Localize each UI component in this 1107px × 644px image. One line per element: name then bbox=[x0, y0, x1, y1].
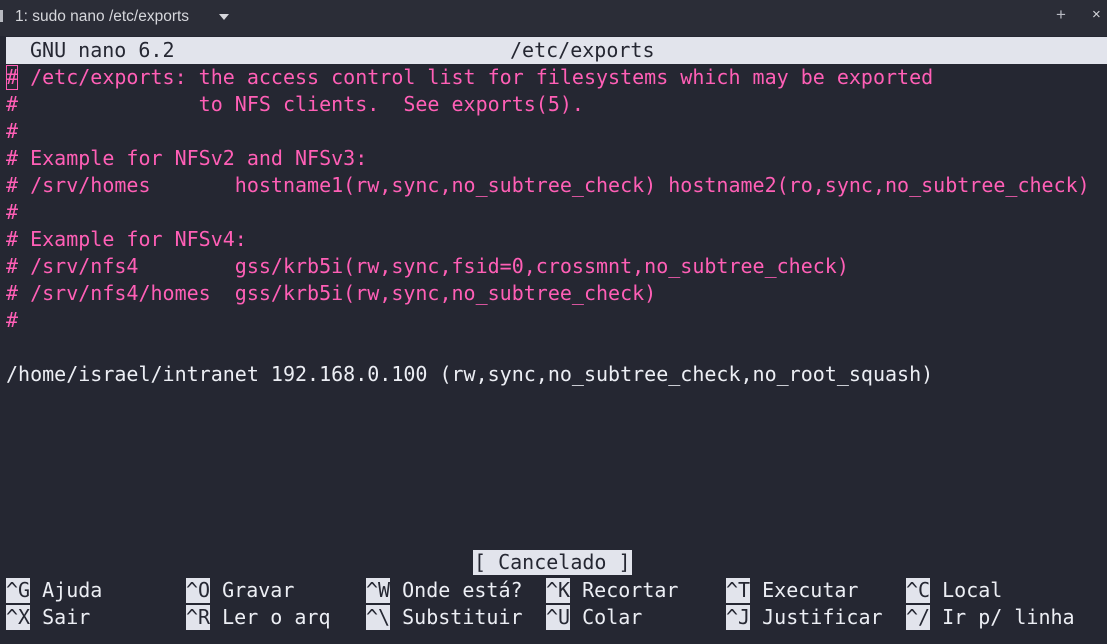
editor-line[interactable]: /home/israel/intranet 192.168.0.100 (rw,… bbox=[6, 361, 933, 388]
background-window-edge bbox=[0, 10, 3, 22]
shortcut-item[interactable]: ^O Gravar bbox=[186, 577, 294, 604]
editor-line[interactable]: # bbox=[6, 199, 18, 226]
shortcut-item[interactable]: ^U Colar bbox=[546, 604, 642, 631]
shortcut-key: ^G bbox=[6, 578, 31, 603]
editor-line[interactable]: # /srv/homes hostname1(rw,sync,no_subtre… bbox=[6, 172, 1090, 199]
shortcut-item[interactable]: ^/ Ir p/ linha bbox=[906, 604, 1075, 631]
add-tab-icon[interactable]: + bbox=[1056, 5, 1066, 25]
shortcut-label: Local bbox=[930, 578, 1003, 602]
shortcut-label: Ler o arq bbox=[210, 605, 331, 629]
shortcut-item[interactable]: ^C Local bbox=[906, 577, 1002, 604]
shortcut-label: Executar bbox=[750, 578, 859, 602]
shortcut-label: Gravar bbox=[210, 578, 295, 602]
editor-line[interactable]: # /srv/nfs4/homes gss/krb5i(rw,sync,no_s… bbox=[6, 280, 656, 307]
editor-line[interactable]: # Example for NFSv2 and NFSv3: bbox=[6, 145, 367, 172]
shortcut-label: Onde está? bbox=[390, 578, 523, 602]
shortcut-key: ^/ bbox=[906, 605, 931, 630]
shortcut-label: Justificar bbox=[750, 605, 883, 629]
tab-title[interactable]: 1: sudo nano /etc/exports bbox=[15, 8, 189, 26]
chevron-down-icon[interactable] bbox=[219, 14, 229, 20]
shortcut-label: Ajuda bbox=[30, 578, 103, 602]
editor-line[interactable]: # bbox=[6, 118, 18, 145]
status-message: [ Cancelado ] bbox=[473, 550, 632, 575]
shortcut-key: ^W bbox=[366, 578, 391, 603]
shortcut-key: ^J bbox=[726, 605, 751, 630]
shortcut-label: Substituir bbox=[390, 605, 523, 629]
shortcut-item[interactable]: ^R Ler o arq bbox=[186, 604, 331, 631]
close-icon[interactable]: × bbox=[1092, 6, 1101, 23]
nano-title-bar: GNU nano 6.2 /etc/exports bbox=[6, 37, 1107, 64]
shortcut-key: ^T bbox=[726, 578, 751, 603]
shortcut-item[interactable]: ^X Sair bbox=[6, 604, 90, 631]
shortcut-key: ^X bbox=[6, 605, 31, 630]
editor-line[interactable]: # /etc/exports: the access control list … bbox=[6, 64, 933, 91]
editor-line[interactable]: # /srv/nfs4 gss/krb5i(rw,sync,fsid=0,cro… bbox=[6, 253, 849, 280]
shortcut-key: ^C bbox=[906, 578, 931, 603]
shortcut-label: Ir p/ linha bbox=[930, 605, 1075, 629]
shortcut-key: ^U bbox=[546, 605, 571, 630]
text-cursor bbox=[6, 65, 18, 90]
shortcut-label: Sair bbox=[30, 605, 91, 629]
terminal-window: 1: sudo nano /etc/exports + × GNU nano 6… bbox=[0, 0, 1107, 644]
shortcut-key: ^K bbox=[546, 578, 571, 603]
nano-version: GNU nano 6.2 bbox=[30, 38, 175, 62]
shortcut-item[interactable]: ^W Onde está? bbox=[366, 577, 523, 604]
shortcut-label: Recortar bbox=[570, 578, 679, 602]
shortcut-label: Colar bbox=[570, 605, 643, 629]
nano-filename: /etc/exports bbox=[510, 38, 655, 62]
shortcut-item[interactable]: ^T Executar bbox=[726, 577, 858, 604]
editor-line[interactable]: # to NFS clients. See exports(5). bbox=[6, 91, 584, 118]
shortcut-item[interactable]: ^G Ajuda bbox=[6, 577, 102, 604]
shortcut-key: ^O bbox=[186, 578, 211, 603]
shortcut-item[interactable]: ^K Recortar bbox=[546, 577, 678, 604]
shortcut-key: ^\ bbox=[366, 605, 391, 630]
nano-editor[interactable]: GNU nano 6.2 /etc/exports # /etc/exports… bbox=[0, 36, 1107, 644]
terminal-tab-bar: 1: sudo nano /etc/exports + × bbox=[0, 0, 1107, 36]
editor-line[interactable]: # Example for NFSv4: bbox=[6, 226, 247, 253]
shortcut-item[interactable]: ^\ Substituir bbox=[366, 604, 523, 631]
shortcut-item[interactable]: ^J Justificar bbox=[726, 604, 883, 631]
shortcut-key: ^R bbox=[186, 605, 211, 630]
editor-line[interactable]: # bbox=[6, 307, 18, 334]
